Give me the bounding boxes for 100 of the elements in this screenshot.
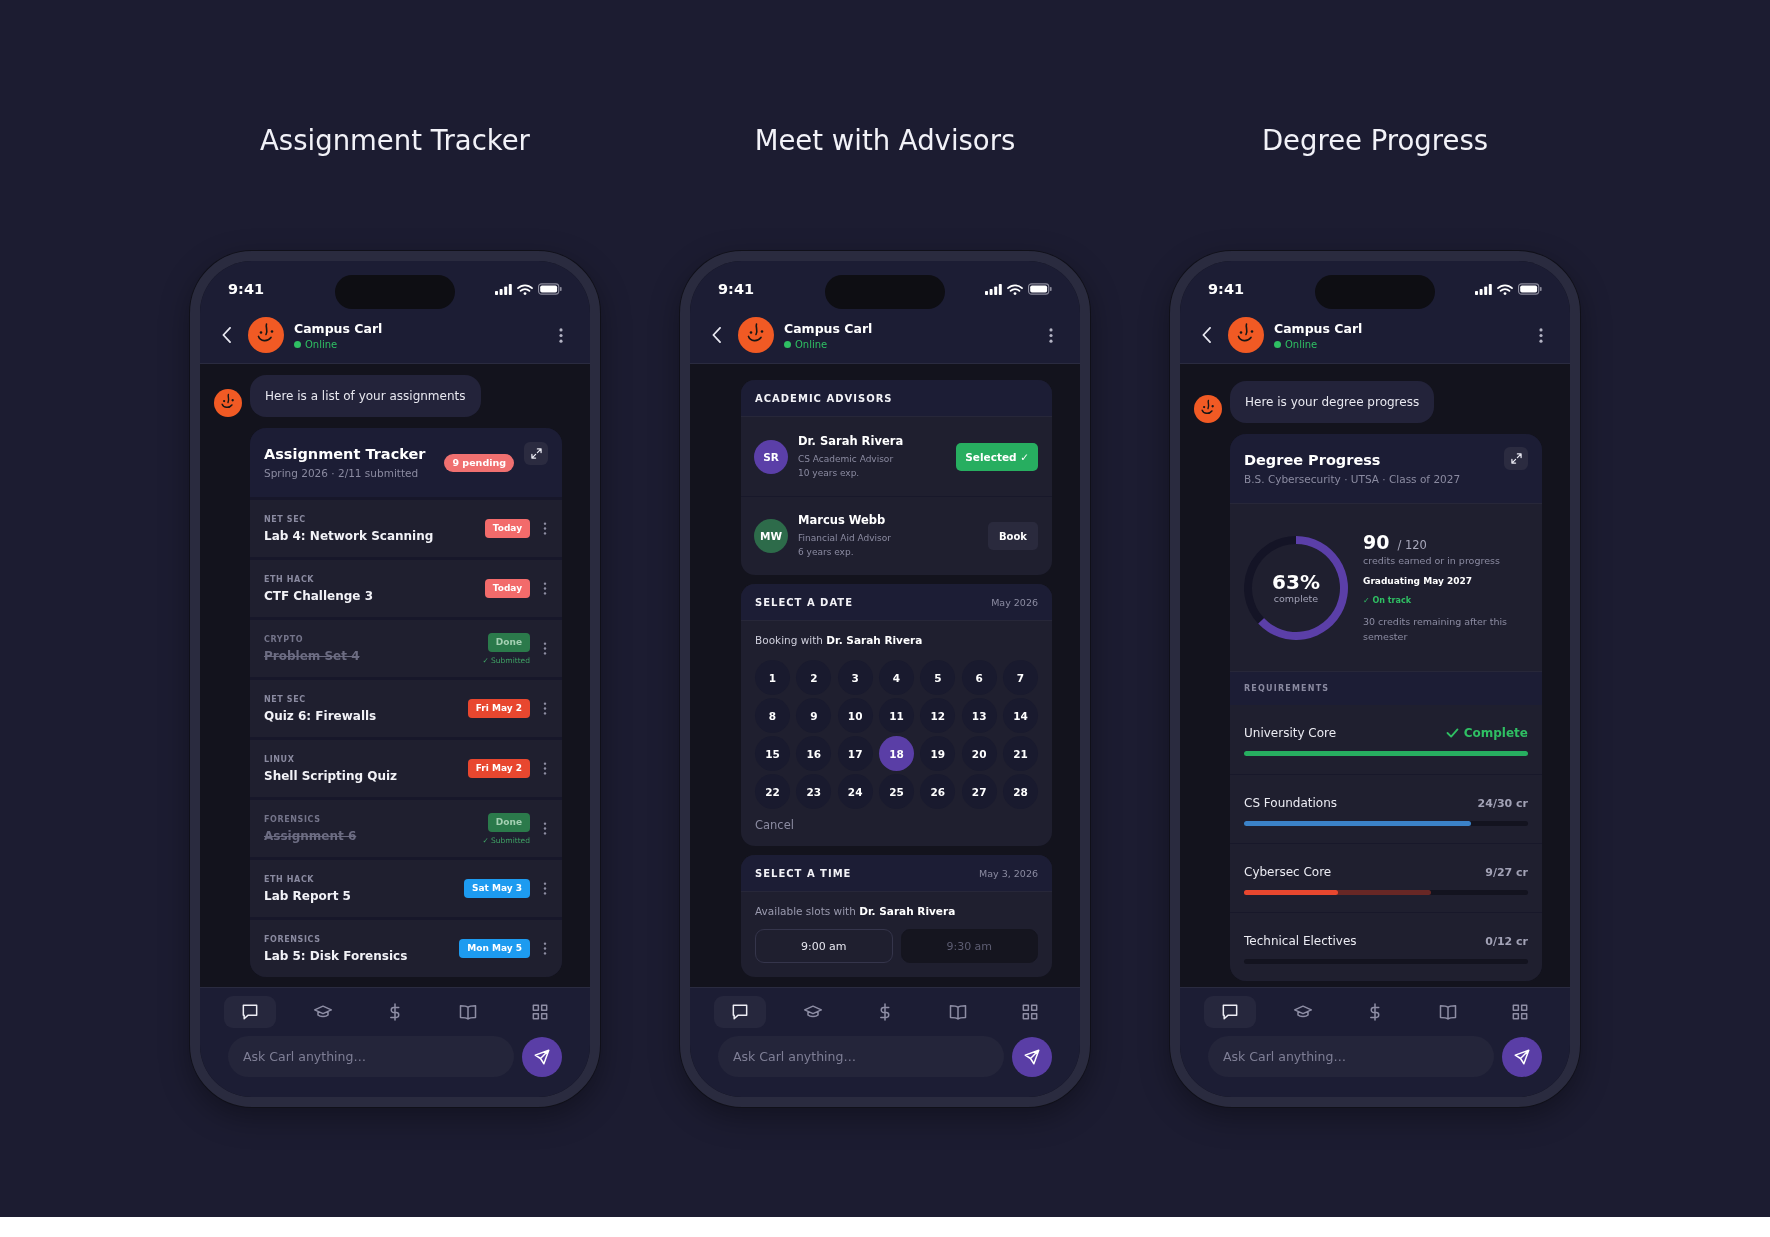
cancel-button[interactable]: Cancel xyxy=(755,818,794,832)
calendar-day[interactable]: 17 xyxy=(837,736,873,771)
bot-avatar-icon xyxy=(1228,317,1264,353)
more-icon[interactable] xyxy=(543,762,547,775)
requirement-status: 24/30 cr xyxy=(1477,796,1528,810)
wifi-icon xyxy=(517,283,533,295)
calendar-day[interactable]: 18 xyxy=(879,736,914,771)
calendar-day[interactable]: 2 xyxy=(796,660,832,695)
more-icon[interactable] xyxy=(559,327,563,343)
calendar-day[interactable]: 10 xyxy=(837,698,873,733)
calendar-day[interactable]: 16 xyxy=(796,736,832,771)
calendar-day[interactable]: 7 xyxy=(1002,660,1038,695)
chat-bubble-icon xyxy=(240,1002,260,1022)
calendar-day[interactable]: 14 xyxy=(1002,698,1038,733)
calendar-day[interactable]: 26 xyxy=(920,774,956,809)
assignment-title: Quiz 6: Firewalls xyxy=(264,708,377,723)
send-button[interactable] xyxy=(522,1036,562,1077)
calendar-day[interactable]: 15 xyxy=(755,736,790,771)
assignment-title: Problem Set 4 xyxy=(264,648,360,663)
calendar-day[interactable]: 22 xyxy=(755,774,790,809)
online-dot-icon xyxy=(784,340,791,348)
expand-button[interactable] xyxy=(1504,447,1528,470)
back-icon[interactable] xyxy=(222,327,231,343)
back-icon[interactable] xyxy=(1202,327,1211,343)
calendar-day[interactable]: 25 xyxy=(879,774,914,809)
signal-icon xyxy=(495,283,512,295)
more-icon[interactable] xyxy=(543,882,547,895)
calendar-day[interactable]: 9 xyxy=(796,698,832,733)
calendar-day[interactable]: 23 xyxy=(796,774,832,809)
card-subtitle: Spring 2026 · 2/11 submitted xyxy=(264,467,420,479)
bot-name: Campus Carl xyxy=(294,320,383,336)
due-badge: Fri May 2 xyxy=(467,759,530,778)
wifi-icon xyxy=(1007,283,1023,295)
advisor-experience: 6 years exp. xyxy=(798,546,855,559)
calendar-day[interactable]: 28 xyxy=(1002,774,1038,809)
calendar-day[interactable]: 19 xyxy=(920,736,956,771)
message-input[interactable]: Ask Carl anything… xyxy=(1208,1036,1494,1077)
more-icon[interactable] xyxy=(543,582,547,595)
calendar-day[interactable]: 5 xyxy=(920,660,956,695)
due-badge: Sat May 3 xyxy=(464,879,530,898)
course-label: NET SEC xyxy=(264,514,307,524)
calendar-day[interactable]: 4 xyxy=(879,660,914,695)
credits-value: 90 xyxy=(1363,531,1390,553)
check-icon xyxy=(1445,728,1459,738)
calendar-day[interactable]: 20 xyxy=(961,736,997,771)
expand-button[interactable] xyxy=(524,442,548,465)
status-time: 9:41 xyxy=(228,281,265,297)
advisor-action-button[interactable]: Book xyxy=(988,522,1038,550)
calendar-day[interactable]: 27 xyxy=(961,774,997,809)
grid-icon xyxy=(1510,1002,1530,1022)
screen-title: Degree Progress xyxy=(1261,123,1489,157)
more-icon[interactable] xyxy=(1049,327,1053,343)
send-button[interactable] xyxy=(1012,1036,1052,1077)
calendar-day[interactable]: 12 xyxy=(920,698,956,733)
screen-title: Meet with Advisors xyxy=(754,123,1016,157)
date-label: May 3, 2026 xyxy=(979,867,1038,879)
section-title: REQUIREMENTS xyxy=(1244,684,1330,693)
requirement-status: 0/12 cr xyxy=(1485,934,1528,948)
advisor-name: Marcus Webb xyxy=(798,513,887,527)
calendar-day[interactable]: 6 xyxy=(961,660,997,695)
pending-badge: 9 pending xyxy=(444,453,514,472)
status-time: 9:41 xyxy=(718,281,755,297)
card-subtitle: B.S. Cybersecurity · UTSA · Class of 2027 xyxy=(1244,473,1461,485)
calendar-day[interactable]: 1 xyxy=(755,660,790,695)
assignment-title: CTF Challenge 3 xyxy=(264,588,373,603)
message-input[interactable]: Ask Carl anything… xyxy=(718,1036,1004,1077)
calendar-day[interactable]: 8 xyxy=(755,698,790,733)
section-title: ACADEMIC ADVISORS xyxy=(755,392,893,404)
more-icon[interactable] xyxy=(543,642,547,655)
more-icon[interactable] xyxy=(543,822,547,835)
calendar-day[interactable]: 13 xyxy=(961,698,997,733)
calendar-day[interactable]: 24 xyxy=(837,774,873,809)
nav-tab[interactable] xyxy=(714,996,766,1028)
back-icon[interactable] xyxy=(712,327,721,343)
due-badge: Today xyxy=(484,579,530,598)
nav-tab[interactable] xyxy=(224,996,276,1028)
course-label: CRYPTO xyxy=(264,634,305,644)
message-input[interactable]: Ask Carl anything… xyxy=(228,1036,514,1077)
nav-tab[interactable] xyxy=(1204,996,1256,1028)
more-icon[interactable] xyxy=(1539,327,1543,343)
battery-icon xyxy=(1518,283,1542,295)
credits-total: / 120 xyxy=(1397,538,1427,552)
more-icon[interactable] xyxy=(543,942,547,955)
advisor-experience: 10 years exp. xyxy=(798,466,861,480)
advisor-role: CS Academic Advisor xyxy=(798,452,895,466)
month-label: May 2026 xyxy=(991,596,1038,608)
open-book-icon xyxy=(947,1002,968,1022)
chat-bubble-icon xyxy=(730,1002,750,1022)
calendar-day[interactable]: 3 xyxy=(837,660,873,695)
screen-title: Assignment Tracker xyxy=(260,123,530,157)
calendar-day[interactable]: 11 xyxy=(879,698,914,733)
calendar-day[interactable]: 21 xyxy=(1002,736,1038,771)
time-slot[interactable]: 9:00 am xyxy=(755,929,893,963)
booking-text: Booking with Dr. Sarah Rivera xyxy=(755,633,924,648)
course-label: ETH HACK xyxy=(264,874,316,884)
on-track-label: ✓ On track xyxy=(1363,596,1411,605)
send-button[interactable] xyxy=(1502,1036,1542,1077)
more-icon[interactable] xyxy=(543,702,547,715)
more-icon[interactable] xyxy=(543,522,547,535)
course-label: FORENSICS xyxy=(264,934,322,944)
